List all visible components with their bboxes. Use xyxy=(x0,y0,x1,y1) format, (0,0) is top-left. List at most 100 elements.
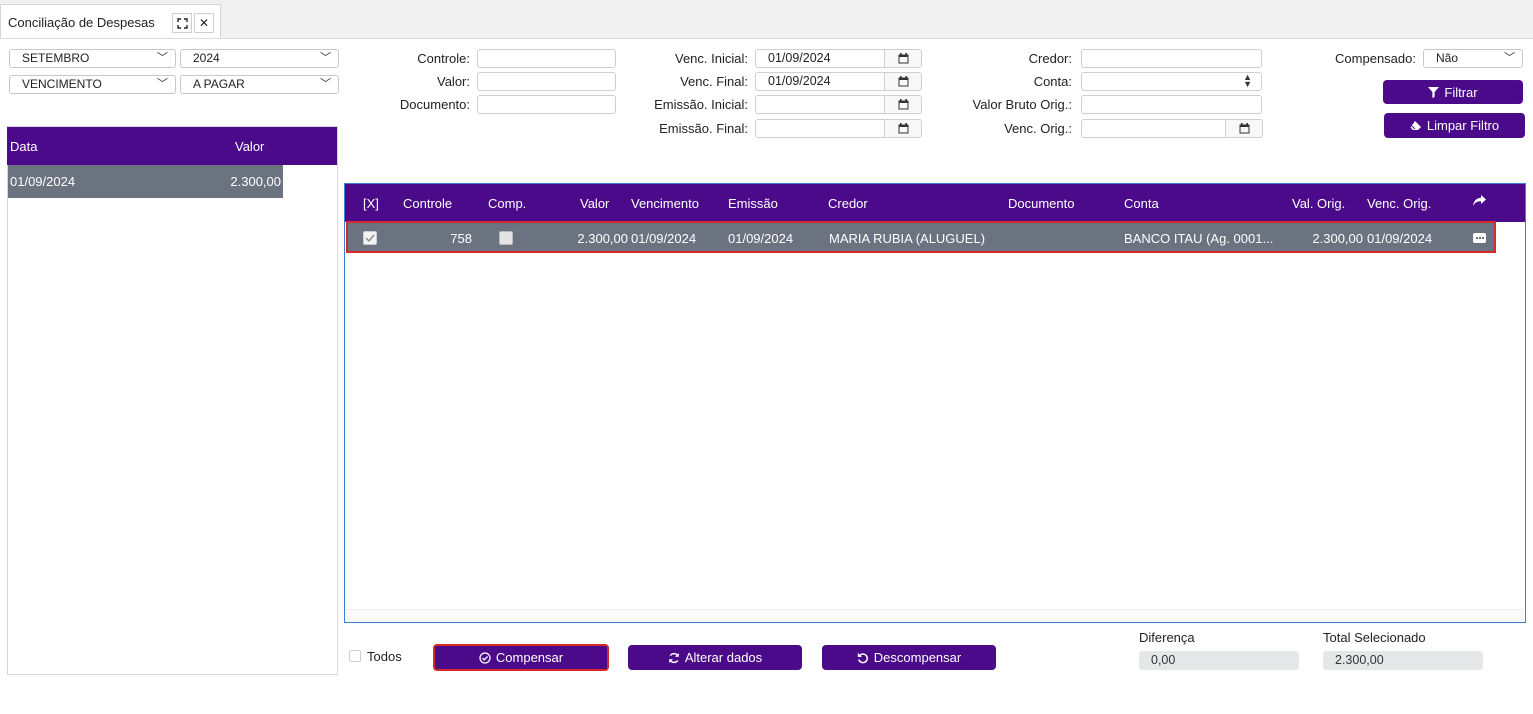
cell-credor: MARIA RUBIA (ALUGUEL) xyxy=(829,231,986,246)
descompensar-button[interactable]: Descompensar xyxy=(822,645,996,670)
compensado-select[interactable]: Não ﹀ xyxy=(1423,49,1523,68)
filtrar-button[interactable]: Filtrar xyxy=(1383,80,1523,104)
cell-valor: 2.300,00 xyxy=(577,231,628,246)
header-data: Data xyxy=(10,139,38,154)
col-conta[interactable]: Conta xyxy=(1124,196,1159,211)
venc-final-input[interactable]: 01/09/2024 xyxy=(755,72,922,91)
documento-label: Documento: xyxy=(399,97,470,112)
conta-select[interactable]: ▲ ▼ xyxy=(1081,72,1262,91)
calendar-icon[interactable] xyxy=(1225,120,1262,137)
emissao-final-label: Emissão. Final: xyxy=(659,121,748,136)
emissao-final-input[interactable] xyxy=(755,119,922,138)
check-circle-icon xyxy=(479,651,491,664)
cell-val-orig: 2.300,00 xyxy=(1312,231,1363,246)
tab-conciliacao[interactable]: Conciliação de Despesas ✕ xyxy=(0,4,221,38)
diferenca-value: 0,00 xyxy=(1139,651,1299,670)
calendar-icon[interactable] xyxy=(884,73,921,90)
col-valor[interactable]: Valor xyxy=(580,196,609,211)
comp-checkbox[interactable] xyxy=(499,231,513,245)
col-documento[interactable]: Documento xyxy=(1008,196,1074,211)
maximize-icon[interactable] xyxy=(172,13,192,33)
chevron-down-icon: ﹀ xyxy=(1504,52,1515,64)
col-venc-orig[interactable]: Venc. Orig. xyxy=(1367,196,1431,211)
table-row[interactable]: 758 2.300,00 01/09/2024 01/09/2024 MARIA… xyxy=(346,221,1496,253)
compensado-label: Compensado: xyxy=(1335,51,1416,66)
col-controle[interactable]: Controle xyxy=(403,196,452,211)
month-value: SETEMBRO xyxy=(22,51,90,65)
credor-input[interactable] xyxy=(1081,49,1262,68)
col-vencimento[interactable]: Vencimento xyxy=(631,196,699,211)
credor-label: Credor: xyxy=(1028,51,1072,66)
venc-final-label: Venc. Final: xyxy=(680,74,748,89)
venc-inicial-value: 01/09/2024 xyxy=(768,51,831,65)
row-select-checkbox[interactable] xyxy=(363,231,377,245)
total-selecionado-value: 2.300,00 xyxy=(1323,651,1483,670)
alterar-dados-button[interactable]: Alterar dados xyxy=(628,645,802,670)
col-credor[interactable]: Credor xyxy=(828,196,868,211)
venc-inicial-label: Venc. Inicial: xyxy=(675,51,748,66)
more-options-icon[interactable] xyxy=(1473,233,1486,243)
controle-input[interactable] xyxy=(477,49,616,68)
grid-header: [X] Controle Comp. Valor Vencimento Emis… xyxy=(345,184,1525,222)
venc-orig-label: Venc. Orig.: xyxy=(1004,121,1072,136)
left-table-row[interactable]: 01/09/2024 2.300,00 xyxy=(8,165,283,198)
cell-conta: BANCO ITAU (Ag. 0001... xyxy=(1124,231,1274,246)
venc-inicial-input[interactable]: 01/09/2024 xyxy=(755,49,922,68)
date-type-select[interactable]: VENCIMENTO ﹀ xyxy=(9,75,176,94)
controle-label: Controle: xyxy=(417,51,470,66)
valor-label: Valor: xyxy=(437,74,470,89)
sort-updown-icon: ▲ ▼ xyxy=(1243,72,1252,89)
todos-checkbox[interactable] xyxy=(349,650,361,662)
left-table-header: Data Valor xyxy=(7,127,337,165)
valor-bruto-input[interactable] xyxy=(1081,95,1262,114)
close-icon[interactable]: ✕ xyxy=(194,13,214,33)
date-type-value: VENCIMENTO xyxy=(22,77,102,91)
filter-icon xyxy=(1428,86,1440,98)
compensar-button[interactable]: Compensar xyxy=(433,644,609,671)
chevron-down-icon: ﹀ xyxy=(157,52,168,64)
refresh-icon xyxy=(669,652,679,663)
filtrar-label: Filtrar xyxy=(1444,84,1478,100)
eraser-icon xyxy=(1410,121,1421,130)
emissao-inicial-input[interactable] xyxy=(755,95,922,114)
valor-bruto-label: Valor Bruto Orig.: xyxy=(972,97,1072,112)
cell-venc-orig: 01/09/2024 xyxy=(1367,231,1433,246)
calendar-icon[interactable] xyxy=(884,120,921,137)
col-emissao[interactable]: Emissão xyxy=(728,196,778,211)
calendar-icon[interactable] xyxy=(884,50,921,67)
alterar-dados-label: Alterar dados xyxy=(684,650,763,665)
year-select[interactable]: 2024 ﹀ xyxy=(180,49,339,68)
month-select[interactable]: SETEMBRO ﹀ xyxy=(9,49,176,68)
col-comp[interactable]: Comp. xyxy=(488,196,526,211)
diferenca-label: Diferença xyxy=(1139,630,1195,645)
descompensar-label: Descompensar xyxy=(873,650,962,665)
chevron-down-icon: ﹀ xyxy=(320,52,331,64)
undo-icon xyxy=(857,652,868,663)
col-select[interactable]: [X] xyxy=(363,196,379,211)
compensar-label: Compensar xyxy=(495,650,564,665)
cell-emissao: 01/09/2024 xyxy=(728,231,794,246)
grid-scrollbar[interactable] xyxy=(346,609,1524,622)
status-select[interactable]: A PAGAR ﹀ xyxy=(180,75,339,94)
limpar-filtro-button[interactable]: Limpar Filtro xyxy=(1384,113,1525,138)
calendar-icon[interactable] xyxy=(884,96,921,113)
year-value: 2024 xyxy=(193,51,220,65)
venc-final-value: 01/09/2024 xyxy=(768,74,831,88)
venc-orig-input[interactable] xyxy=(1081,119,1263,138)
share-icon[interactable] xyxy=(1473,195,1486,210)
header-valor: Valor xyxy=(235,139,265,154)
chevron-down-icon: ﹀ xyxy=(320,78,331,90)
cell-controle: 758 xyxy=(450,231,472,246)
row-data: 01/09/2024 xyxy=(10,174,76,189)
documento-input[interactable] xyxy=(477,95,616,114)
col-val-orig[interactable]: Val. Orig. xyxy=(1292,196,1345,211)
valor-input[interactable] xyxy=(477,72,616,91)
tab-bar xyxy=(0,0,1533,39)
cell-vencimento: 01/09/2024 xyxy=(631,231,697,246)
row-valor: 2.300,00 xyxy=(230,174,281,189)
limpar-filtro-label: Limpar Filtro xyxy=(1426,118,1500,133)
tab-title: Conciliação de Despesas xyxy=(8,15,155,30)
emissao-inicial-label: Emissão. Inicial: xyxy=(654,97,748,112)
todos-label: Todos xyxy=(367,649,402,664)
status-value: A PAGAR xyxy=(193,77,245,91)
